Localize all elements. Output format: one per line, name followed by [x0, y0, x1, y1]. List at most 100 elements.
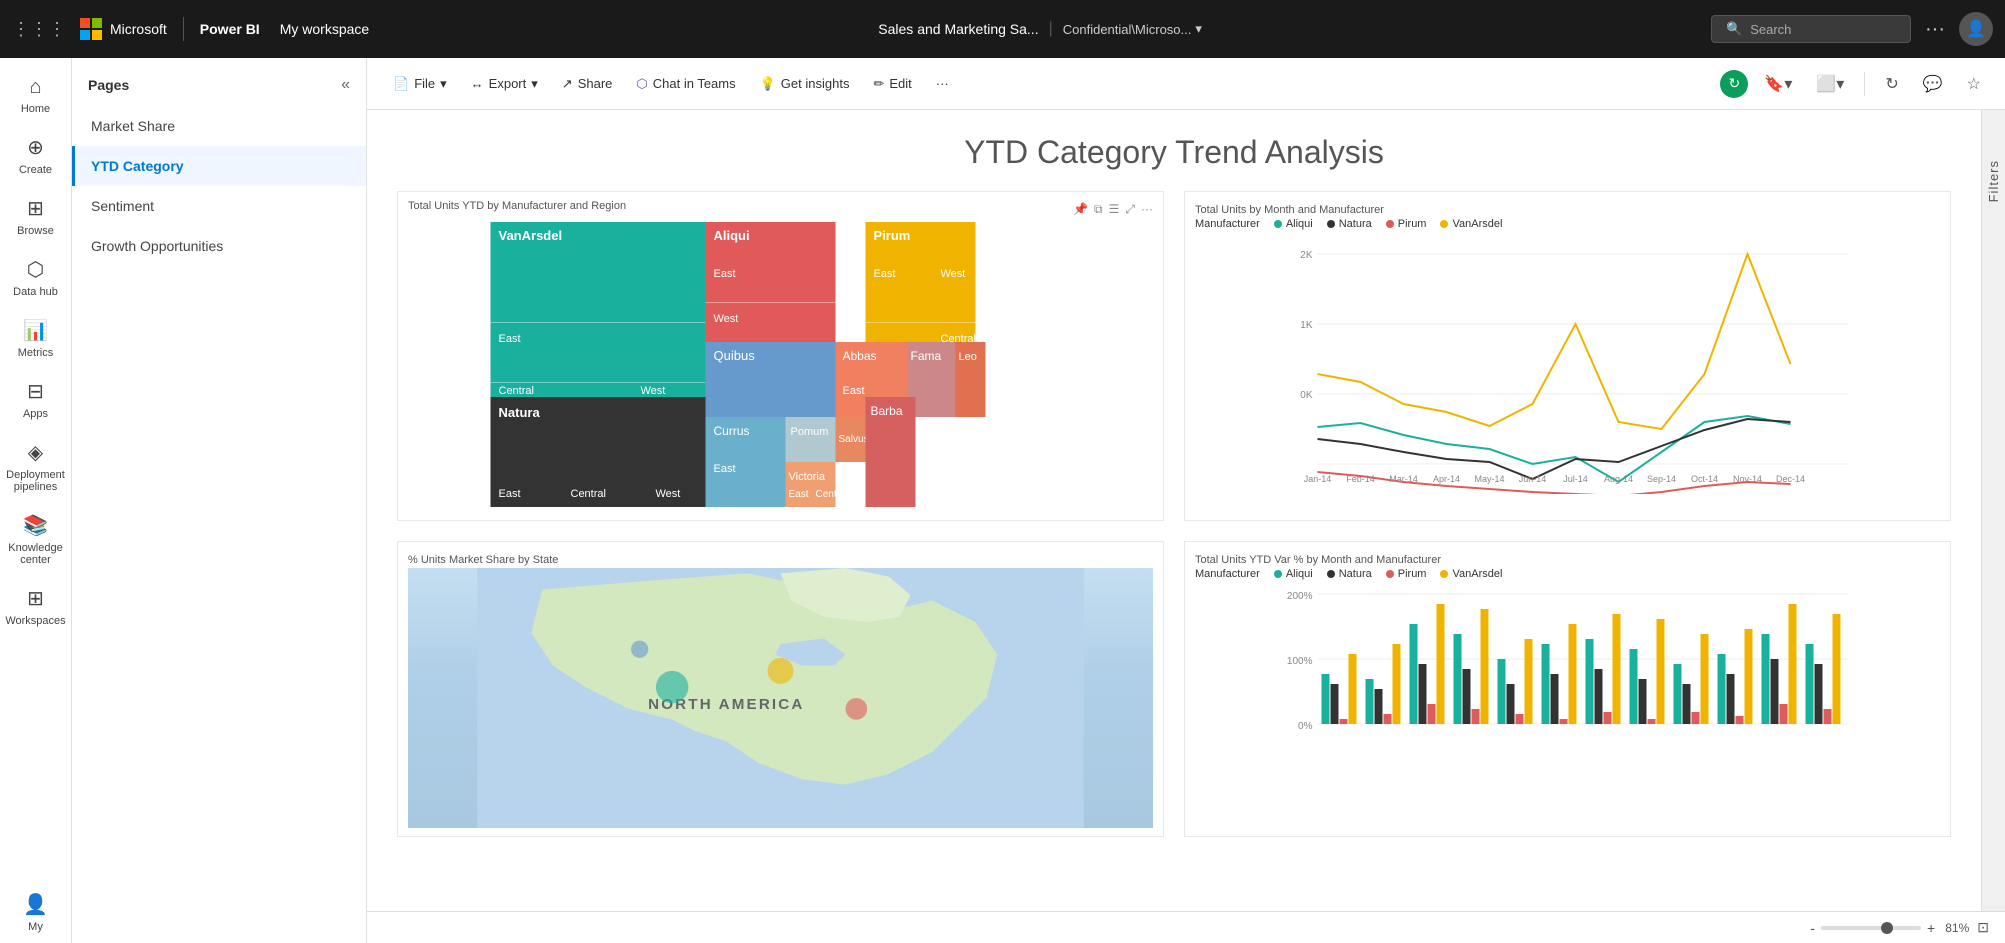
report-page: YTD Category Trend Analysis Total Units … [367, 110, 1981, 911]
topbar-center: Sales and Marketing Sa... | Confidential… [379, 20, 1701, 38]
page-item-sentiment[interactable]: Sentiment [72, 186, 366, 226]
more-toolbar-button[interactable]: ··· [926, 70, 959, 97]
svg-text:May-14: May-14 [1474, 474, 1504, 484]
grid-icon: ⋮⋮⋮ [12, 19, 66, 40]
svg-text:Currus: Currus [714, 424, 750, 438]
pages-list: Market Share YTD Category Sentiment Grow… [72, 106, 366, 266]
chat-in-teams-button[interactable]: ⬡ Chat in Teams [626, 70, 745, 98]
sidebar-item-metrics[interactable]: 📊 Metrics [0, 308, 71, 369]
report-title-topbar: Sales and Marketing Sa... [878, 21, 1038, 37]
svg-text:Apr-14: Apr-14 [1433, 474, 1460, 484]
edit-button[interactable]: ✏ Edit [863, 70, 921, 98]
line-chart-svg: 2K 1K 0K [1195, 234, 1940, 494]
confidential-label[interactable]: Confidential\Microso... ▾ [1063, 21, 1202, 37]
more-options-icon[interactable]: ··· [1925, 18, 1945, 41]
sidebar-item-my[interactable]: 👤 My [0, 882, 71, 943]
topbar-divider1 [183, 17, 184, 41]
treemap-filter-icon[interactable]: ☰ [1109, 202, 1120, 217]
view-button[interactable]: ⬜▾ [1808, 70, 1852, 98]
svg-text:Quibus: Quibus [714, 348, 756, 363]
svg-text:West: West [941, 268, 966, 280]
file-chevron-icon: ▾ [440, 76, 447, 92]
edit-icon: ✏ [873, 76, 884, 92]
page-item-market-share[interactable]: Market Share [72, 106, 366, 146]
search-placeholder: Search [1750, 22, 1791, 37]
page-item-growth-opportunities[interactable]: Growth Opportunities [72, 226, 366, 266]
sidebar-item-browse[interactable]: ⊞ Browse [0, 186, 71, 247]
workspaces-icon: ⊞ [27, 586, 44, 611]
svg-text:Central: Central [816, 489, 848, 500]
comment-button[interactable]: 💬 [1915, 70, 1951, 98]
svg-text:Dec-14: Dec-14 [1776, 474, 1805, 484]
export-button[interactable]: ↔ Export ▾ [461, 70, 548, 98]
svg-text:0K: 0K [1300, 390, 1313, 401]
svg-text:Barba: Barba [871, 404, 903, 418]
avatar[interactable]: 👤 [1959, 12, 1993, 46]
svg-text:Jun-14: Jun-14 [1519, 474, 1547, 484]
collapse-button[interactable]: « [341, 76, 350, 94]
zoom-thumb[interactable] [1881, 922, 1893, 934]
sidebar-item-metrics-label: Metrics [18, 347, 53, 359]
svg-text:VanArsdel: VanArsdel [499, 228, 563, 243]
svg-text:East: East [789, 489, 809, 500]
sidebar-item-knowledge[interactable]: 📚 Knowledge center [0, 503, 71, 576]
svg-text:East: East [499, 333, 521, 345]
refresh-button[interactable]: ↻ [1720, 70, 1748, 98]
treemap-expand-icon[interactable]: ⤢ [1125, 202, 1135, 217]
file-button[interactable]: 📄 File ▾ [383, 70, 457, 98]
datahub-icon: ⬡ [27, 257, 44, 282]
bar-legend-natura: Natura [1327, 568, 1372, 580]
zoom-minus-button[interactable]: - [1810, 920, 1815, 936]
treemap-cell-pomum[interactable] [786, 417, 836, 462]
sidebar-item-my-label: My [28, 921, 43, 933]
svg-text:East: East [714, 463, 736, 475]
svg-text:1K: 1K [1300, 320, 1313, 331]
sidebar-item-create[interactable]: ⊕ Create [0, 125, 71, 186]
svg-text:Jan-14: Jan-14 [1304, 474, 1332, 484]
sidebar-item-home-label: Home [21, 103, 50, 115]
filters-label[interactable]: Filters [1986, 160, 2001, 202]
bottom-bar: - + 81% ⊡ [367, 911, 2005, 943]
favorite-button[interactable]: ☆ [1959, 70, 1989, 98]
canvas-wrapper: YTD Category Trend Analysis Total Units … [367, 110, 2005, 911]
bar-chart-container: Total Units YTD Var % by Month and Manuf… [1184, 541, 1951, 837]
zoom-plus-button[interactable]: + [1927, 920, 1935, 936]
legend-natura: Natura [1327, 218, 1372, 230]
chevron-down-icon: ▾ [1195, 21, 1202, 37]
sidebar-item-home[interactable]: ⌂ Home [0, 66, 71, 125]
sidebar-item-apps[interactable]: ⊟ Apps [0, 369, 71, 430]
map-area[interactable]: NORTH AMERICA [408, 568, 1153, 828]
apps-icon: ⊟ [27, 379, 44, 404]
treemap-cell-vanarsdel[interactable] [491, 222, 706, 397]
bar-chart-label: Total Units YTD Var % by Month and Manuf… [1195, 554, 1441, 566]
pages-sidebar: Pages « Market Share YTD Category Sentim… [72, 58, 367, 943]
fit-page-button[interactable]: ⊡ [1977, 919, 1989, 936]
treemap-label: Total Units YTD by Manufacturer and Regi… [408, 200, 626, 212]
treemap-svg: VanArsdel East Central West Natura East [408, 222, 1153, 507]
page-item-ytd-category[interactable]: YTD Category [72, 146, 366, 186]
treemap-more-icon[interactable]: ··· [1141, 202, 1153, 217]
svg-text:East: East [499, 488, 521, 500]
treemap-pin-icon[interactable]: 📌 [1073, 202, 1088, 217]
legend-manufacturer-label: Manufacturer [1195, 218, 1260, 230]
share-button[interactable]: ↗ Share [552, 70, 623, 98]
svg-text:West: West [714, 313, 739, 325]
search-box[interactable]: 🔍 Search [1711, 15, 1911, 43]
deployment-icon: ◈ [28, 440, 43, 465]
treemap-cell-victoria[interactable] [786, 462, 836, 507]
get-insights-button[interactable]: 💡 Get insights [750, 70, 860, 98]
metrics-icon: 📊 [23, 318, 48, 343]
refresh-toolbar-button[interactable]: ↻ [1877, 70, 1906, 98]
bar-legend-pirum-dot [1386, 570, 1394, 578]
powerbi-label: Power BI [200, 21, 260, 37]
more-toolbar-icon: ··· [936, 76, 949, 91]
svg-text:Victoria: Victoria [789, 471, 826, 483]
sidebar-item-workspaces[interactable]: ⊞ Workspaces [0, 576, 71, 637]
svg-text:Central: Central [499, 385, 534, 397]
treemap-copy-icon[interactable]: ⧉ [1094, 202, 1103, 217]
bookmark-button[interactable]: 🔖▾ [1756, 70, 1800, 98]
zoom-slider[interactable] [1821, 926, 1921, 930]
svg-text:East: East [874, 268, 896, 280]
sidebar-item-deployment[interactable]: ◈ Deployment pipelines [0, 430, 71, 503]
sidebar-item-datahub[interactable]: ⬡ Data hub [0, 247, 71, 308]
